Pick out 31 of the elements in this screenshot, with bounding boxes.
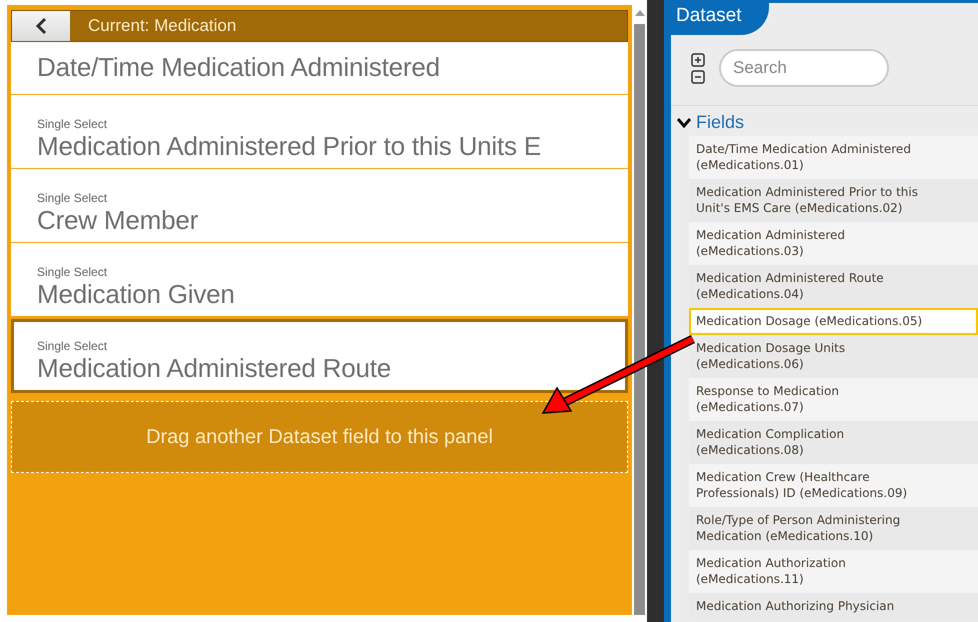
field-title: Medication Given xyxy=(37,279,236,310)
search-field[interactable]: Search xyxy=(719,49,889,87)
field-type: Single Select xyxy=(37,265,108,279)
field-card[interactable]: Single Select Medication Administered Route xyxy=(11,319,628,393)
dataset-field-item[interactable]: Date/Time Medication Administered (eMedications.01) xyxy=(689,136,978,179)
field-card[interactable]: Single Select Medication Given xyxy=(11,243,628,317)
expand-all-icon[interactable] xyxy=(691,52,705,66)
field-title: Crew Member xyxy=(37,205,200,236)
dataset-field-item[interactable]: Medication Administered (eMedications.03) xyxy=(689,222,978,265)
field-type: Single Select xyxy=(37,339,108,353)
dataset-field-item[interactable]: Medication Dosage (eMedications.05) xyxy=(689,308,978,335)
field-title: Date/Time Medication Administered xyxy=(37,52,441,83)
field-title: Medication Administered Route xyxy=(37,353,392,384)
fields-group[interactable]: Fields xyxy=(671,106,978,136)
field-title: Medication Administered Prior to this Units E xyxy=(37,131,542,162)
back-button[interactable] xyxy=(12,11,70,41)
field-type: Single Select xyxy=(37,117,108,131)
dataset-field-item[interactable]: Response to Medication (eMedications.07) xyxy=(689,378,978,421)
field-card[interactable]: Single Select Crew Member xyxy=(11,169,628,243)
dataset-field-item[interactable]: Medication Crew (Healthcare Professionals) ID (eMedications.09) xyxy=(689,464,978,507)
scrollbar-thumb[interactable] xyxy=(634,24,645,615)
collapse-all-icon[interactable] xyxy=(691,70,705,84)
field-card[interactable]: Single Select Medication Administered Prior to this Units E xyxy=(11,95,628,169)
dataset-tab[interactable]: Dataset xyxy=(671,3,770,35)
field-card[interactable]: Date/Time Medication Administered xyxy=(11,42,628,95)
back-icon xyxy=(35,17,47,35)
field-type: Single Select xyxy=(37,191,108,205)
chevron-icon xyxy=(677,116,691,128)
scroll-up-icon[interactable] xyxy=(634,9,644,16)
dataset-field-item[interactable]: Medication Authorization (eMedications.11) xyxy=(689,550,978,593)
panel-title: Current: Medication xyxy=(88,16,236,36)
